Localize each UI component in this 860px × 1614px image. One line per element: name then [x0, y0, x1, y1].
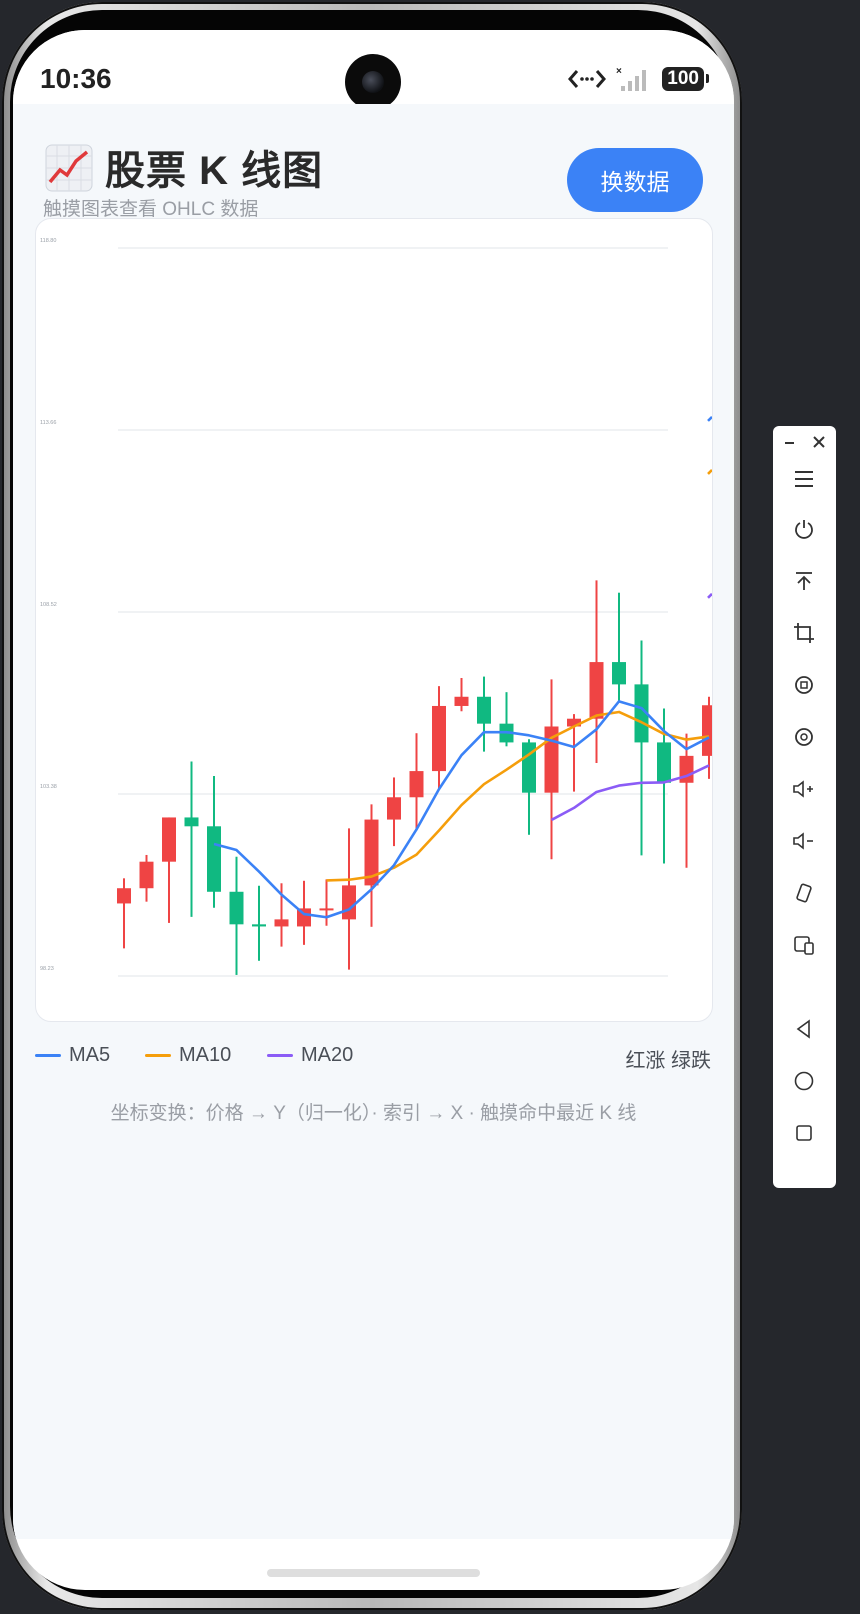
fold-device-icon[interactable] [785, 926, 823, 964]
transform-hint: 坐标变换：价格 → Y（归一化）· 索引 → X · 触摸命中最近 K 线 [110, 1103, 637, 1124]
candle-body [207, 826, 221, 892]
screenshot-icon[interactable] [785, 718, 823, 756]
y-tick-label: 118.80 [40, 238, 56, 244]
candle-body [184, 817, 199, 827]
ma5-line-tail [707, 415, 712, 422]
candle-body [342, 885, 356, 920]
status-time: 10:36 [40, 63, 112, 94]
candle-body [432, 705, 446, 772]
color-note: 红涨 绿跌 [625, 1050, 711, 1072]
emulator-toolbar [773, 426, 836, 1188]
legend-item-ma20: MA20 [267, 1044, 353, 1067]
candle-body [319, 908, 334, 911]
candle-body [612, 662, 626, 685]
rotate-icon[interactable] [785, 874, 823, 912]
candle-body [162, 817, 176, 862]
legend-swatch-ma20 [267, 1054, 293, 1057]
ma10-line-tail [707, 469, 712, 475]
close-icon[interactable] [811, 434, 827, 450]
page-subtitle: 触摸图表查看 OHLC 数据 [43, 199, 259, 220]
swap-data-button[interactable]: 换数据 [567, 148, 703, 212]
phone-screen: 10:36 × 100 股票 K 线图 触摸图表查看 OHLC 数据 换数据 1… [13, 30, 734, 1590]
candle-body [229, 891, 244, 925]
legend-label-ma20: MA20 [301, 1044, 354, 1066]
svg-text:×: × [616, 66, 622, 77]
menu-icon[interactable] [785, 460, 823, 498]
screen-record-icon[interactable] [785, 666, 823, 704]
ma20-line-tail [707, 592, 712, 599]
volume-up-icon[interactable] [785, 770, 823, 808]
back-icon[interactable] [785, 1010, 823, 1048]
candle-body [252, 924, 266, 927]
signal-icon: × [616, 66, 647, 91]
legend-item-ma5: MA5 [35, 1044, 110, 1067]
legend-item-ma10: MA10 [145, 1044, 231, 1067]
y-tick-label: 108.52 [40, 602, 57, 608]
candle-body [589, 662, 604, 719]
ma10-line [326, 710, 710, 882]
candle-body [409, 771, 424, 798]
home-icon[interactable] [785, 1062, 823, 1100]
crop-icon[interactable] [785, 614, 823, 652]
chart-increasing-icon [45, 144, 93, 192]
legend-swatch-ma5 [35, 1054, 61, 1057]
candle-body [387, 797, 401, 820]
status-icons: × 100 [568, 66, 709, 92]
candle-body [139, 861, 154, 889]
scroll-top-icon[interactable] [785, 562, 823, 600]
emulator-window-controls [773, 426, 836, 456]
power-icon[interactable] [785, 510, 823, 548]
candle-body [657, 742, 671, 783]
battery-icon: 100 [662, 67, 709, 91]
y-tick-label: 113.66 [40, 420, 56, 426]
legend-label-ma5: MA5 [69, 1044, 111, 1066]
y-tick-label: 103.38 [40, 784, 57, 790]
kline-chart[interactable]: 118.80 113.66 108.52 103.38 98.23 [35, 218, 713, 1022]
legend-swatch-ma10 [145, 1054, 171, 1057]
page-title: 股票 K 线图 [105, 149, 324, 193]
chart-legend: MA5 MA10 MA20 红涨 绿跌 [35, 1044, 711, 1074]
candle-body [702, 705, 712, 756]
recents-icon[interactable] [785, 1114, 823, 1152]
volume-down-icon[interactable] [785, 822, 823, 860]
candle-body [454, 696, 469, 706]
candle-body [477, 696, 491, 724]
candle-body [117, 888, 131, 904]
home-indicator[interactable] [267, 1569, 480, 1577]
legend-label-ma10: MA10 [179, 1044, 232, 1066]
data-transfer-icon [568, 70, 607, 88]
y-tick-label: 98.23 [40, 966, 54, 972]
kline-chart-svg[interactable]: 118.80 113.66 108.52 103.38 98.23 [36, 219, 712, 1021]
candle-body [274, 919, 289, 927]
app-content: 股票 K 线图 触摸图表查看 OHLC 数据 换数据 118.80 113.66 1… [13, 104, 734, 1539]
front-camera [345, 54, 401, 110]
minimize-icon[interactable] [783, 436, 797, 450]
status-bar: 10:36 × 100 [13, 30, 734, 110]
